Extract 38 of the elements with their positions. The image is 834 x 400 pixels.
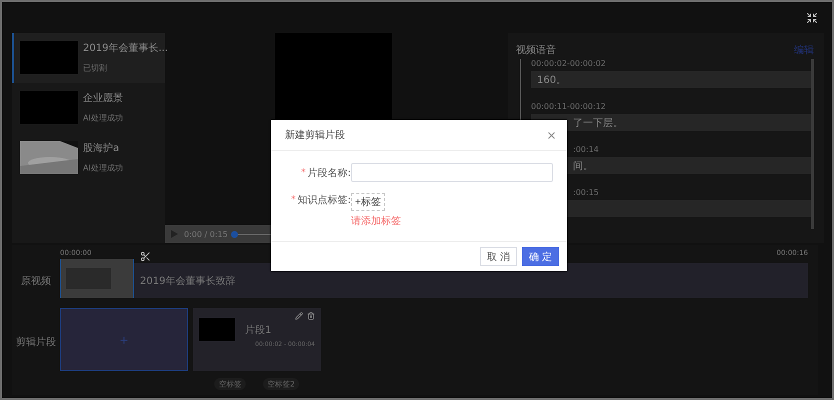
panel-title: 视频语音 [516, 44, 556, 57]
video-list-item[interactable]: 股海护a AI处理成功 [12, 133, 165, 183]
entry-time: 00:00:11-00:00:12 [531, 102, 607, 111]
video-title: 企业愿景 [83, 92, 124, 105]
clip-name: 2019年会董事长致辞 [140, 274, 236, 288]
field-label: 知识点标签: [298, 194, 351, 206]
cancel-button[interactable]: 取 消 [480, 247, 517, 266]
close-button[interactable] [546, 130, 557, 140]
delete-icon[interactable] [307, 312, 315, 320]
progress-thumb[interactable] [230, 230, 238, 238]
entry-time: :00:14 [572, 145, 600, 154]
required-mark: * [291, 194, 296, 204]
clip-thumbnail [199, 318, 235, 341]
video-list-item[interactable]: 2019年会董事长... 已切割 [12, 33, 165, 83]
clip-name: 片段1 [245, 324, 272, 336]
entry-time: :00:15 [572, 188, 600, 197]
video-list-item[interactable]: 企业愿景 AI处理成功 [12, 83, 165, 133]
add-tag-button[interactable]: +标签 [351, 193, 385, 211]
dialog-title: 新建剪辑片段 [285, 128, 345, 142]
scissors-icon[interactable] [140, 251, 151, 262]
video-status: AI处理成功 [83, 163, 123, 174]
entry-time: 00:00:02-00:00:02 [531, 59, 607, 68]
required-mark: * [301, 168, 306, 178]
input-field[interactable] [351, 163, 553, 182]
video-title: 股海护a [83, 142, 120, 155]
play-time: 0:00 / 0:15 [184, 230, 228, 238]
track-label: 剪辑片段 [15, 336, 57, 349]
field-label: 片段名称: [308, 166, 351, 180]
collapse-icon[interactable] [806, 12, 818, 24]
track-label: 原视频 [20, 274, 52, 288]
error-message: 请添加标签 [351, 214, 401, 228]
video-title: 2019年会董事长... [83, 42, 165, 55]
edit-icon[interactable] [295, 312, 303, 320]
video-thumbnail [20, 41, 78, 74]
video-status: 已切割 [83, 63, 108, 74]
video-status: AI处理成功 [83, 113, 123, 124]
confirm-button[interactable]: 确 定 [522, 247, 559, 266]
video-thumbnail [20, 91, 78, 124]
